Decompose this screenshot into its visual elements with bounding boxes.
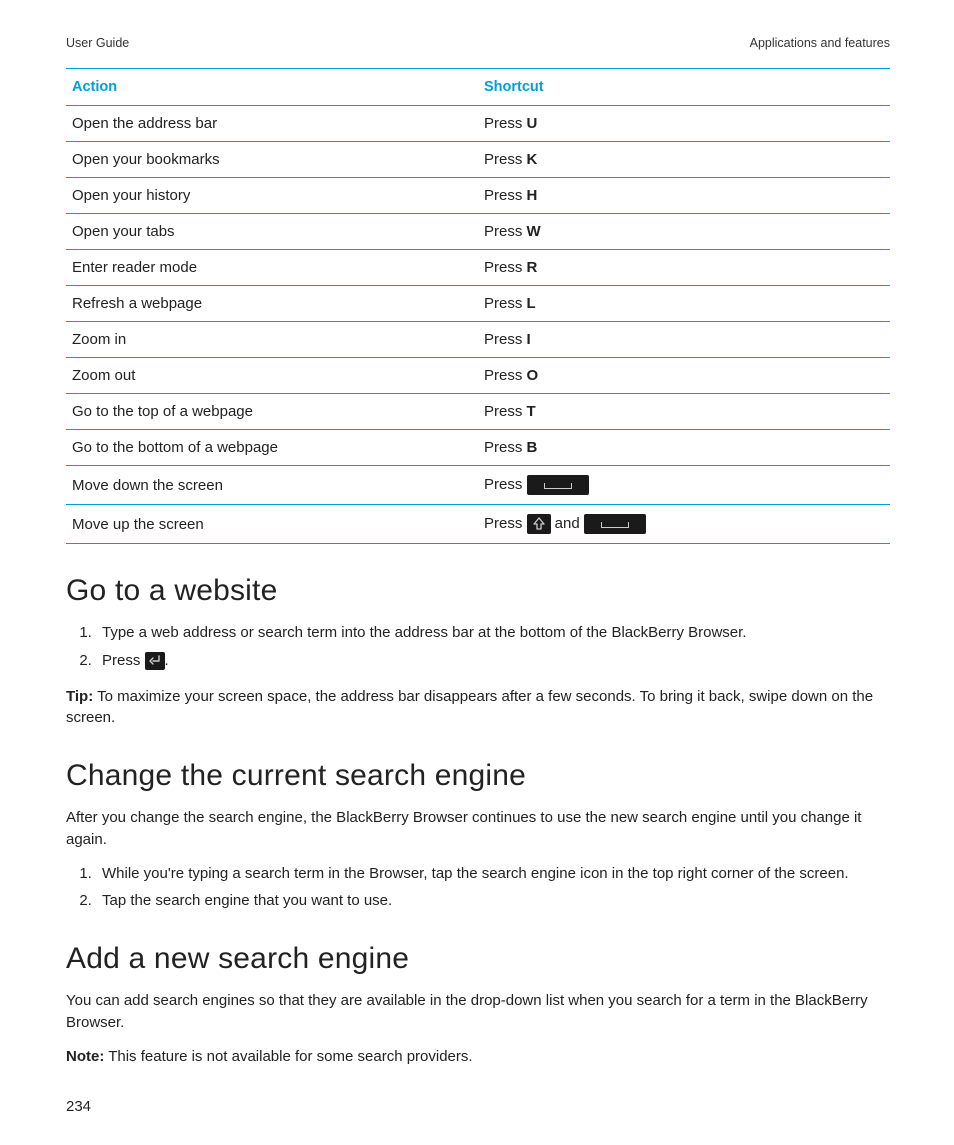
- press-prefix: Press: [484, 439, 527, 456]
- cell-shortcut: Press W: [478, 214, 890, 250]
- heading-change-search-engine: Change the current search engine: [66, 759, 890, 793]
- table-row: Move up the screenPress and: [66, 505, 890, 544]
- space-key-icon: [584, 514, 646, 534]
- cell-shortcut: Press R: [478, 250, 890, 286]
- press-prefix: Press: [484, 223, 527, 240]
- table-row: Enter reader modePress R: [66, 250, 890, 286]
- list-item: Press .: [96, 650, 890, 672]
- table-row: Go to the top of a webpagePress T: [66, 394, 890, 430]
- cell-shortcut: Press T: [478, 394, 890, 430]
- cell-shortcut: Press H: [478, 178, 890, 214]
- table-row: Open your historyPress H: [66, 178, 890, 214]
- cell-shortcut: Press K: [478, 142, 890, 178]
- cell-shortcut: Press I: [478, 322, 890, 358]
- space-key-icon: [527, 475, 589, 495]
- cell-shortcut: Press B: [478, 430, 890, 466]
- key-letter: B: [527, 439, 538, 456]
- table-row: Go to the bottom of a webpagePress B: [66, 430, 890, 466]
- key-letter: U: [527, 115, 538, 132]
- column-header-shortcut: Shortcut: [478, 69, 890, 106]
- cell-action: Zoom in: [66, 322, 478, 358]
- header-left: User Guide: [66, 36, 129, 50]
- cell-shortcut: Press U: [478, 106, 890, 142]
- and-text: and: [551, 515, 584, 532]
- page-header: User Guide Applications and features: [66, 36, 890, 50]
- step-suffix: .: [165, 652, 169, 669]
- enter-key-icon: [145, 652, 165, 670]
- press-prefix: Press: [484, 476, 527, 493]
- heading-add-search-engine: Add a new search engine: [66, 942, 890, 976]
- table-row: Open your tabsPress W: [66, 214, 890, 250]
- press-prefix: Press: [484, 331, 527, 348]
- shift-key-icon: [527, 514, 551, 534]
- press-prefix: Press: [484, 295, 527, 312]
- cell-action: Open your tabs: [66, 214, 478, 250]
- add-search-intro: You can add search engines so that they …: [66, 990, 890, 1034]
- tip-paragraph: Tip: To maximize your screen space, the …: [66, 686, 890, 730]
- table-row: Zoom outPress O: [66, 358, 890, 394]
- list-item: While you're typing a search term in the…: [96, 863, 890, 885]
- key-letter: W: [527, 223, 541, 240]
- cell-action: Move down the screen: [66, 466, 478, 505]
- press-prefix: Press: [484, 515, 527, 532]
- press-prefix: Press: [484, 115, 527, 132]
- tip-text: To maximize your screen space, the addre…: [66, 688, 873, 727]
- cell-action: Move up the screen: [66, 505, 478, 544]
- key-letter: L: [527, 295, 536, 312]
- tip-label: Tip:: [66, 688, 93, 705]
- press-prefix: Press: [484, 259, 527, 276]
- heading-go-to-website: Go to a website: [66, 574, 890, 608]
- list-item: Tap the search engine that you want to u…: [96, 890, 890, 912]
- note-text: This feature is not available for some s…: [104, 1048, 472, 1065]
- change-search-intro: After you change the search engine, the …: [66, 807, 890, 851]
- key-letter: T: [527, 403, 536, 420]
- note-label: Note:: [66, 1048, 104, 1065]
- key-letter: K: [527, 151, 538, 168]
- cell-action: Enter reader mode: [66, 250, 478, 286]
- press-prefix: Press: [484, 403, 527, 420]
- column-header-action: Action: [66, 69, 478, 106]
- note-paragraph: Note: This feature is not available for …: [66, 1046, 890, 1068]
- press-prefix: Press: [484, 151, 527, 168]
- cell-shortcut: Press and: [478, 505, 890, 544]
- press-prefix: Press: [484, 187, 527, 204]
- table-row: Move down the screen Press: [66, 466, 890, 505]
- key-letter: R: [527, 259, 538, 276]
- cell-shortcut: Press: [478, 466, 890, 505]
- shortcuts-table: Action Shortcut Open the address barPres…: [66, 68, 890, 544]
- table-row: Open your bookmarksPress K: [66, 142, 890, 178]
- table-row: Open the address barPress U: [66, 106, 890, 142]
- go-to-website-steps: Type a web address or search term into t…: [66, 622, 890, 672]
- cell-shortcut: Press O: [478, 358, 890, 394]
- table-row: Refresh a webpagePress L: [66, 286, 890, 322]
- step-text: Press: [102, 652, 140, 669]
- header-right: Applications and features: [750, 36, 890, 50]
- cell-action: Zoom out: [66, 358, 478, 394]
- cell-action: Go to the top of a webpage: [66, 394, 478, 430]
- table-row: Zoom inPress I: [66, 322, 890, 358]
- cell-shortcut: Press L: [478, 286, 890, 322]
- cell-action: Go to the bottom of a webpage: [66, 430, 478, 466]
- cell-action: Refresh a webpage: [66, 286, 478, 322]
- key-letter: I: [527, 331, 531, 348]
- key-letter: H: [527, 187, 538, 204]
- press-prefix: Press: [484, 367, 527, 384]
- cell-action: Open the address bar: [66, 106, 478, 142]
- list-item: Type a web address or search term into t…: [96, 622, 890, 644]
- cell-action: Open your bookmarks: [66, 142, 478, 178]
- cell-action: Open your history: [66, 178, 478, 214]
- key-letter: O: [527, 367, 539, 384]
- change-search-steps: While you're typing a search term in the…: [66, 863, 890, 913]
- page-number: 234: [66, 1098, 91, 1115]
